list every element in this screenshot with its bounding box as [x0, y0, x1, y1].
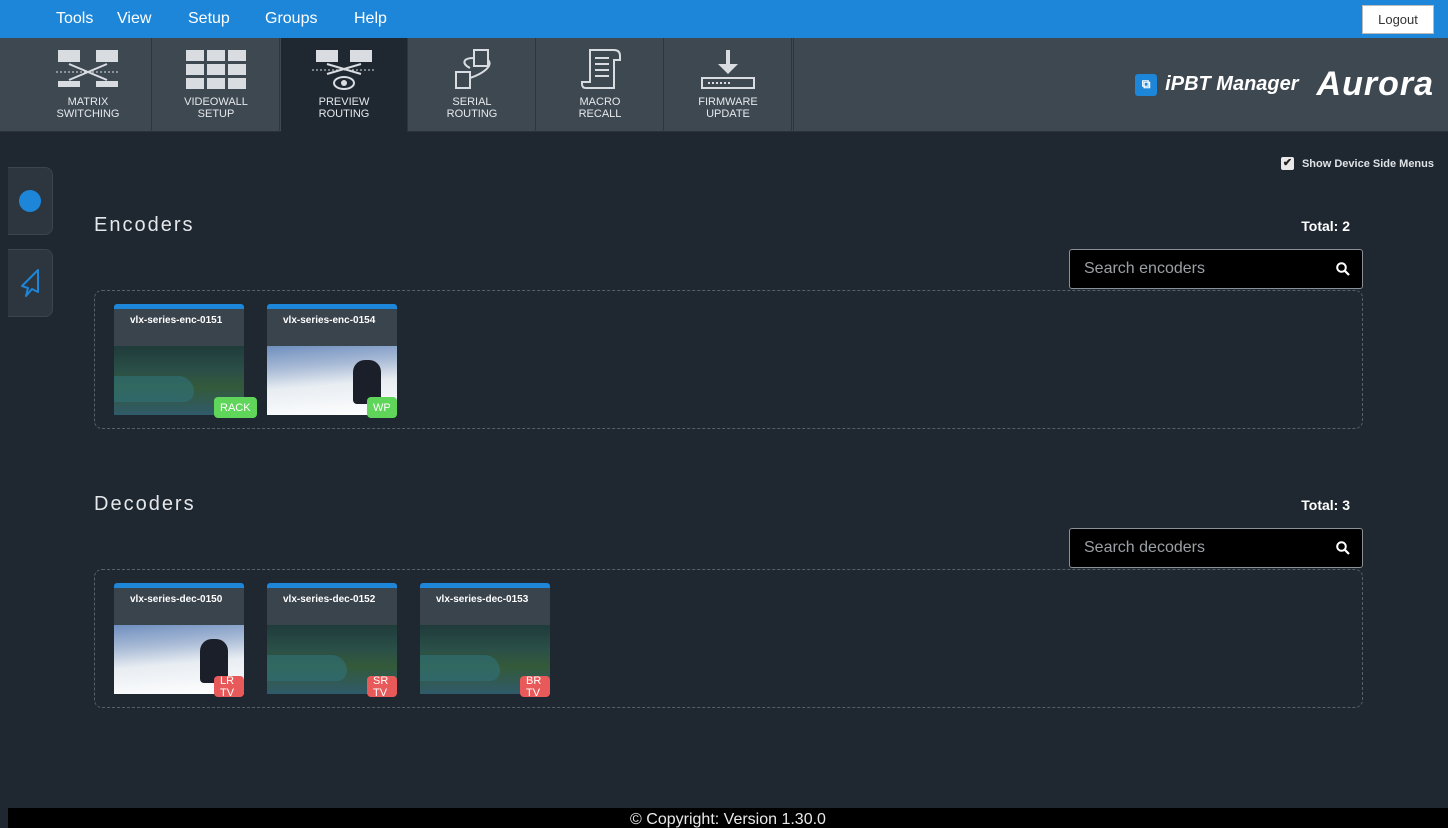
encoder-card[interactable]: vlx-series-enc-0151 RACK	[114, 304, 257, 418]
decoder-card[interactable]: vlx-series-dec-0150 LR TV	[114, 583, 244, 699]
toolbar-label-line1: VIDEOWALL	[184, 96, 248, 108]
side-tab-send[interactable]	[8, 249, 53, 317]
toolbar-label-line2: SETUP	[197, 108, 235, 120]
logout-button[interactable]: Logout	[1362, 5, 1434, 34]
search-decoders-box	[1069, 528, 1363, 568]
ipbt-manager-logo: ⧉ iPBT Manager	[1135, 73, 1299, 96]
location-badge: LR TV	[214, 675, 244, 699]
brand-logos: ⧉ iPBT Manager Aurora	[1135, 65, 1434, 104]
toolbar-serial-routing[interactable]: SERIAL ROUTING	[409, 38, 536, 132]
videowall-icon	[186, 50, 246, 89]
toolbar-firmware-update[interactable]: FIRMWARE UPDATE	[665, 38, 792, 132]
location-badge: BR TV	[520, 675, 550, 699]
show-side-menus-label: Show Device Side Menus	[1301, 157, 1434, 170]
serial-routing-icon	[455, 49, 491, 89]
device-name: vlx-series-dec-0150	[114, 588, 244, 625]
location-badge: SR TV	[367, 675, 397, 699]
toolbar-label-line2: ROUTING	[318, 108, 370, 120]
top-menu-bar: Tools View Setup Groups Help Logout	[0, 0, 1448, 38]
decoder-card[interactable]: vlx-series-dec-0153 BR TV	[420, 583, 550, 699]
device-name: vlx-series-enc-0151	[114, 309, 244, 346]
show-side-menus-checkbox[interactable]: ✔	[1280, 157, 1294, 170]
menu-view[interactable]: View	[117, 10, 151, 28]
aurora-logo: Aurora	[1316, 65, 1434, 103]
decoder-card[interactable]: vlx-series-dec-0152 SR TV	[267, 583, 397, 699]
encoders-total: Total: 2	[1301, 218, 1350, 234]
decoders-total: Total: 3	[1301, 497, 1350, 513]
device-name: vlx-series-enc-0154	[267, 309, 397, 346]
ipbt-logo-icon: ⧉	[1135, 73, 1158, 96]
search-icon[interactable]	[1336, 262, 1350, 276]
toolbar-preview-routing[interactable]: PREVIEW ROUTING	[281, 38, 408, 132]
paper-plane-icon	[21, 269, 39, 297]
side-tab-devices[interactable]	[8, 167, 53, 235]
macro-recall-icon	[581, 49, 621, 89]
footer: © Copyright: Version 1.30.0	[8, 808, 1448, 828]
decoders-title: Decoders	[94, 493, 196, 515]
search-encoders-box	[1069, 249, 1363, 289]
menu-tools[interactable]: Tools	[56, 10, 93, 28]
toolbar-label-line2: SWITCHING	[56, 108, 120, 120]
search-icon[interactable]	[1336, 541, 1350, 555]
toolbar-matrix-switching[interactable]: MATRIX SWITCHING	[25, 38, 152, 132]
show-side-menus-toggle: ✔ Show Device Side Menus	[1280, 157, 1434, 170]
encoder-card[interactable]: vlx-series-enc-0154 WP	[267, 304, 397, 418]
device-name: vlx-series-dec-0152	[267, 588, 397, 625]
matrix-switching-icon	[56, 50, 120, 87]
location-badge: RACK	[214, 397, 257, 418]
footer-text: Copyright: Version 1.30.0	[646, 811, 826, 828]
toolbar-label-line1: FIRMWARE	[698, 96, 758, 108]
firmware-update-icon	[701, 50, 755, 89]
toolbar-label-line2: ROUTING	[446, 108, 498, 120]
toolbar-macro-recall[interactable]: MACRO RECALL	[537, 38, 664, 132]
encoders-panel: vlx-series-enc-0151 RACK vlx-series-enc-…	[94, 290, 1363, 429]
toolbar-videowall-setup[interactable]: VIDEOWALL SETUP	[153, 38, 280, 132]
toolbar-label-line2: UPDATE	[706, 108, 750, 120]
search-encoders-input[interactable]	[1084, 260, 1336, 278]
toolbar-label-line1: PREVIEW	[318, 96, 370, 108]
toolbar-label-line1: MATRIX	[67, 96, 109, 108]
product-name: iPBT Manager	[1165, 73, 1299, 95]
copyright-icon: ©	[630, 811, 642, 828]
toolbar-label-line1: SERIAL	[452, 96, 492, 108]
encoders-title: Encoders	[94, 214, 195, 236]
menu-groups[interactable]: Groups	[265, 10, 317, 28]
menu-setup[interactable]: Setup	[188, 10, 230, 28]
device-name: vlx-series-dec-0153	[420, 588, 550, 625]
location-badge: WP	[367, 397, 397, 418]
decoders-panel: vlx-series-dec-0150 LR TV vlx-series-dec…	[94, 569, 1363, 708]
toolbar-label-line2: RECALL	[578, 108, 622, 120]
preview-routing-icon	[312, 50, 376, 90]
menu-help[interactable]: Help	[354, 10, 387, 28]
toolbar-label-line1: MACRO	[579, 96, 621, 108]
search-decoders-input[interactable]	[1084, 539, 1336, 557]
toolbar-divider	[793, 38, 794, 132]
circle-icon	[19, 190, 41, 212]
